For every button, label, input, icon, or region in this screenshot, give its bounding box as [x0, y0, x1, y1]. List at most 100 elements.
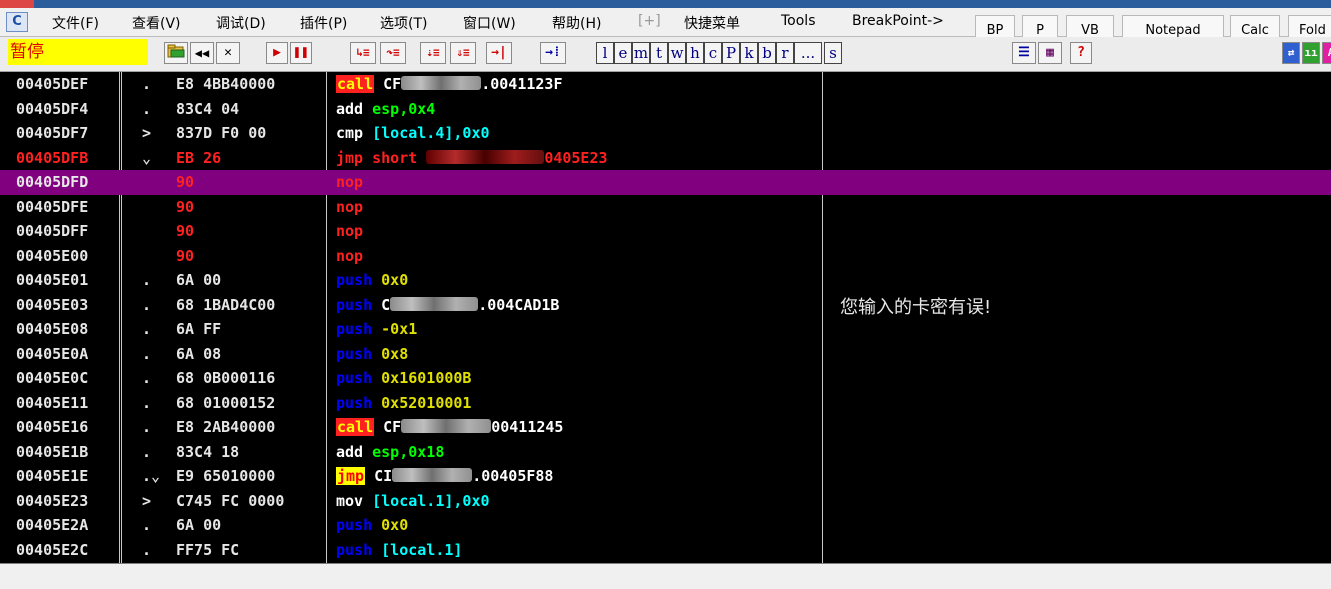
disasm-row[interactable]: 00405E23 > C745 FC 0000 mov [local.1],0x0: [0, 489, 1331, 514]
disasm-row[interactable]: 00405DFE 90 nop: [0, 195, 1331, 220]
jump-marker: .: [142, 418, 152, 436]
menu-options[interactable]: 选项(T): [380, 13, 427, 33]
disassembly-cell: push -0x1: [336, 317, 417, 341]
execute-till-return-icon[interactable]: →|: [486, 42, 512, 64]
hex-bytes-cell: 90: [176, 246, 195, 265]
breakpoints-button[interactable]: b: [758, 42, 776, 64]
pause-green-icon[interactable]: ıı: [1302, 42, 1320, 64]
mnemonic: push: [336, 516, 373, 534]
jump-marker: .: [142, 393, 152, 412]
restart-icon[interactable]: ◀◀: [190, 42, 214, 64]
jump-marker: .: [142, 442, 152, 461]
menu-tools[interactable]: Tools: [781, 13, 816, 29]
step-into-icon[interactable]: ↳≡: [350, 42, 376, 64]
menu-file[interactable]: 文件(F): [52, 13, 99, 33]
disasm-row[interactable]: 00405DFB ⌄ EB 26 jmp short 0405E23: [0, 146, 1331, 171]
disasm-row[interactable]: 00405DFF 90 nop: [0, 219, 1331, 244]
open-icon[interactable]: [164, 42, 188, 64]
disasm-row[interactable]: 00405DF4. 83C4 04 add esp,0x4: [0, 97, 1331, 122]
run-trace-button[interactable]: ...: [794, 42, 822, 64]
source-button[interactable]: s: [824, 42, 842, 64]
hex-bytes-cell: E8 2AB40000: [176, 418, 276, 436]
menu-help[interactable]: 帮助(H): [552, 13, 601, 33]
address-cell: 00405E03: [16, 295, 89, 314]
hex-bytes-cell: 6A FF: [176, 320, 222, 338]
close-icon[interactable]: ✕: [216, 42, 240, 64]
disasm-row[interactable]: 00405E00 90 nop: [0, 244, 1331, 269]
operand: [local.4],0x0: [372, 124, 490, 142]
memory-button[interactable]: m: [632, 42, 650, 64]
disasm-row[interactable]: 00405E2A. 6A 00 push 0x0: [0, 513, 1331, 538]
hex-bytes-cell: 6A 00: [176, 516, 222, 534]
trace-over-icon[interactable]: ⇓≡: [450, 42, 476, 64]
hex-bytes-cell: 6A 00: [176, 271, 222, 289]
disasm-row[interactable]: 00405E0A. 6A 08 push 0x8: [0, 342, 1331, 367]
app-icon[interactable]: C: [6, 12, 28, 32]
threads-button[interactable]: t: [650, 42, 668, 64]
jump-marker: .: [142, 516, 152, 534]
disasm-row[interactable]: 00405E01. 6A 00 push 0x0: [0, 268, 1331, 293]
operand-address: .0041123F: [481, 75, 563, 93]
disasm-row[interactable]: 00405E08. 6A FF push -0x1: [0, 317, 1331, 342]
modules-button[interactable]: e: [614, 42, 632, 64]
log-window-button[interactable]: l: [596, 42, 614, 64]
operand: 0x8: [381, 344, 409, 363]
disassembly-cell: jmp short 0405E23: [336, 146, 608, 170]
handles-button[interactable]: h: [686, 42, 704, 64]
address-cell: 00405E1E: [16, 467, 89, 485]
menu-window[interactable]: 窗口(W): [463, 13, 516, 33]
call-stack-button[interactable]: k: [740, 42, 758, 64]
hex-bytes-cell: 68 0B000116: [176, 369, 276, 387]
disassembly-cell: nop: [336, 244, 363, 268]
disasm-row[interactable]: 00405E0C. 68 0B000116 push 0x1601000B: [0, 366, 1331, 391]
list-icon[interactable]: ☰: [1012, 42, 1036, 64]
refresh-icon[interactable]: ⇄: [1282, 42, 1300, 64]
disasm-row[interactable]: 00405E16. E8 2AB40000 call CF 00411245: [0, 415, 1331, 440]
menu-plus[interactable]: [+]: [638, 13, 661, 29]
mnemonic: jmp: [336, 467, 366, 485]
references-button[interactable]: r: [776, 42, 794, 64]
a-icon[interactable]: A: [1322, 42, 1331, 64]
go-to-icon[interactable]: →⁞: [540, 42, 566, 64]
disasm-row[interactable]: 00405DEF. E8 4BB40000 call CF .0041123F: [0, 72, 1331, 97]
disasm-row[interactable]: 00405DF7 >837D F0 00 cmp [local.4],0x0: [0, 121, 1331, 146]
address-cell: 00405E16: [16, 418, 89, 436]
disassembly-cell: mov [local.1],0x0: [336, 489, 490, 513]
address-cell: 00405E2C: [16, 540, 89, 559]
disasm-row[interactable]: 00405E2C. FF75 FC push [local.1]: [0, 538, 1331, 563]
step-over-icon[interactable]: ↷≡: [380, 42, 406, 64]
disassembly-cell: push 0x8: [336, 342, 408, 366]
disasm-row[interactable]: 00405E1B. 83C4 18 add esp,0x18: [0, 440, 1331, 465]
windows-button[interactable]: w: [668, 42, 686, 64]
disasm-row[interactable]: 00405E03. 68 1BAD4C00 push C .004CAD1B 您输入的卡…: [0, 293, 1331, 318]
jump-marker: .: [142, 295, 152, 314]
cpu-button[interactable]: c: [704, 42, 722, 64]
hex-bytes-cell: E9 65010000: [176, 467, 276, 485]
patches-button[interactable]: P: [722, 42, 740, 64]
disasm-row[interactable]: 00405E1E .⌄ E9 65010000 jmp CI .00405F88: [0, 464, 1331, 489]
disasm-row[interactable]: 00405DFD 90 nop: [0, 170, 1331, 195]
disassembly-cell: push 0x52010001: [336, 391, 471, 415]
cpu-disassembly-pane[interactable]: 00405DEF. E8 4BB40000 call CF .0041123F 0040…: [0, 72, 1331, 563]
pause-icon[interactable]: ❚❚: [290, 42, 312, 64]
hex-bytes-cell: 83C4 04: [176, 99, 240, 118]
mnemonic: add: [336, 442, 364, 461]
help-button[interactable]: ?: [1070, 42, 1092, 64]
address-cell: 00405DF7: [16, 124, 89, 142]
menu-plugins[interactable]: 插件(P): [300, 13, 347, 33]
menu-shortcut[interactable]: 快捷菜单: [684, 13, 740, 33]
trace-into-icon[interactable]: ⇣≡: [420, 42, 446, 64]
disasm-row[interactable]: 00405E11. 68 01000152 push 0x52010001: [0, 391, 1331, 416]
menubar: C 文件(F) 查看(V) 调试(D) 插件(P) 选项(T) 窗口(W) 帮助…: [0, 8, 1331, 45]
run-icon[interactable]: ▶: [266, 42, 288, 64]
menu-view[interactable]: 查看(V): [132, 13, 181, 33]
disassembly-cell: nop: [336, 219, 363, 243]
operand-address: .00405F88: [472, 467, 554, 485]
jump-marker: .: [142, 540, 152, 559]
grid-icon[interactable]: ▦: [1038, 42, 1062, 64]
jump-marker: .: [142, 369, 152, 387]
hex-bytes-cell: 90: [176, 173, 195, 191]
menu-debug[interactable]: 调试(D): [216, 13, 266, 33]
redacted-region: [401, 419, 492, 433]
menu-breakpoint[interactable]: BreakPoint->: [852, 13, 944, 29]
